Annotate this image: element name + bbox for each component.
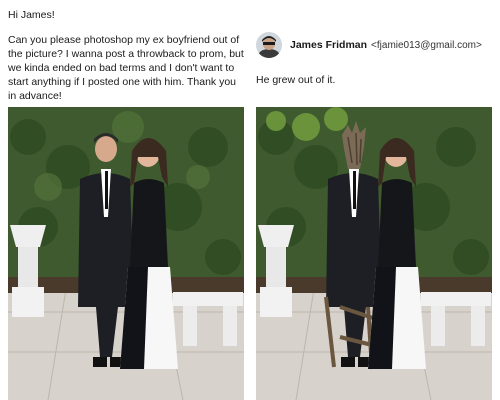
- reply-message-body: He grew out of it.: [256, 74, 336, 86]
- request-greeting: Hi James!: [8, 9, 55, 21]
- sender-email: <fjamie013@gmail.com>: [371, 39, 482, 51]
- reply-sender: James Fridman <fjamie013@gmail.com>: [256, 32, 482, 58]
- edited-prom-photo: [256, 107, 492, 400]
- request-message-body: Can you please photoshop my ex boyfriend…: [8, 34, 244, 102]
- original-prom-photo: [8, 107, 244, 400]
- sender-name: James Fridman: [290, 39, 368, 51]
- sender-avatar: [256, 32, 282, 58]
